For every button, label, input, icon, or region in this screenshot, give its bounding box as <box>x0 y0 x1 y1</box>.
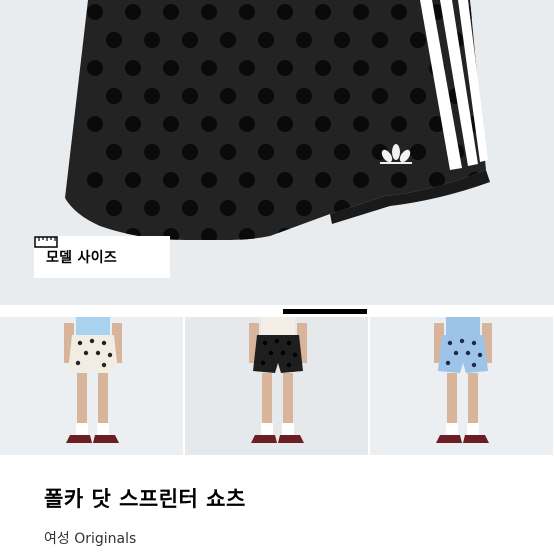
polka-dot <box>353 60 369 76</box>
polka-dot <box>106 144 122 160</box>
polka-dot <box>201 60 217 76</box>
polka-dot <box>87 116 103 132</box>
polka-dot <box>201 172 217 188</box>
polka-dot <box>220 32 236 48</box>
polka-dot <box>239 228 255 240</box>
polka-dot <box>163 116 179 132</box>
polka-dot <box>486 144 502 160</box>
polka-dot <box>106 200 122 216</box>
polka-dot <box>315 228 331 240</box>
polka-dot <box>144 144 160 160</box>
polka-dot <box>429 228 445 240</box>
polka-dot <box>277 172 293 188</box>
polka-dot <box>391 172 407 188</box>
polka-dot <box>296 88 312 104</box>
product-subtitle: 여성 Originals <box>44 531 137 547</box>
polka-dot <box>353 116 369 132</box>
polka-dot <box>163 4 179 20</box>
polka-dot <box>296 200 312 216</box>
polka-dot <box>239 172 255 188</box>
blue-polka-shorts-thumb[interactable] <box>370 317 553 455</box>
polka-dot <box>391 116 407 132</box>
polka-dot <box>486 200 502 216</box>
polka-dot <box>391 4 407 20</box>
polka-dot <box>258 200 274 216</box>
product-variant-thumbnails <box>0 317 554 455</box>
polka-dot <box>163 60 179 76</box>
polka-dot <box>220 144 236 160</box>
model-figure <box>249 317 307 443</box>
polka-dot <box>106 88 122 104</box>
polka-dot <box>125 172 141 188</box>
polka-dot <box>239 116 255 132</box>
carousel-indicator-track <box>0 305 554 317</box>
polka-dot <box>486 32 502 48</box>
cream-polka-shorts-thumb[interactable] <box>0 317 183 455</box>
polka-dot <box>372 32 388 48</box>
polka-dot <box>315 60 331 76</box>
polka-dot <box>353 228 369 240</box>
polka-dot <box>220 88 236 104</box>
polka-dot <box>239 60 255 76</box>
polka-dot <box>125 4 141 20</box>
polka-dot <box>277 4 293 20</box>
polka-dot <box>87 172 103 188</box>
polka-dot <box>486 88 502 104</box>
polka-dot <box>448 200 464 216</box>
polka-dot <box>391 60 407 76</box>
polka-dot <box>125 60 141 76</box>
polka-dot <box>258 32 274 48</box>
carousel-active-indicator <box>283 309 367 314</box>
polka-dot <box>258 144 274 160</box>
polka-dot <box>277 116 293 132</box>
polka-dot <box>220 200 236 216</box>
product-hero-image[interactable]: 모델 사이즈 <box>0 0 554 305</box>
polka-dot <box>315 172 331 188</box>
black-polka-shorts-thumb[interactable] <box>185 317 368 455</box>
polka-dot <box>87 4 103 20</box>
polka-dot <box>353 4 369 20</box>
polka-dot <box>334 144 350 160</box>
polka-dot <box>410 88 426 104</box>
polka-dot <box>144 32 160 48</box>
polka-dot <box>277 60 293 76</box>
polka-dot <box>391 228 407 240</box>
polka-dot <box>258 88 274 104</box>
polka-dot <box>239 4 255 20</box>
polka-dot <box>296 32 312 48</box>
model-size-button[interactable]: 모델 사이즈 <box>34 236 170 278</box>
polka-dot <box>201 116 217 132</box>
polka-dot <box>125 116 141 132</box>
model-figure <box>434 317 492 443</box>
polka-dot <box>144 200 160 216</box>
polka-dot <box>87 60 103 76</box>
polka-dot <box>296 144 312 160</box>
polka-dot <box>163 172 179 188</box>
polka-dot <box>334 88 350 104</box>
polka-dot <box>334 32 350 48</box>
polka-dot <box>410 144 426 160</box>
polka-dot <box>201 228 217 240</box>
polka-dot <box>315 116 331 132</box>
product-title: 폴카 닷 스프린터 쇼츠 <box>44 487 246 511</box>
polka-dot <box>182 144 198 160</box>
polka-dot <box>410 32 426 48</box>
polka-dot <box>144 88 160 104</box>
polka-dot <box>182 32 198 48</box>
polka-dot <box>201 4 217 20</box>
model-figure <box>64 317 122 443</box>
polka-dot <box>182 200 198 216</box>
polka-dot <box>467 228 483 240</box>
polka-dot <box>353 172 369 188</box>
polka-dot <box>372 88 388 104</box>
polka-dot <box>315 4 331 20</box>
polka-dot <box>106 32 122 48</box>
polka-dot <box>182 88 198 104</box>
model-size-label: 모델 사이즈 <box>46 250 118 266</box>
polka-dot <box>277 228 293 240</box>
